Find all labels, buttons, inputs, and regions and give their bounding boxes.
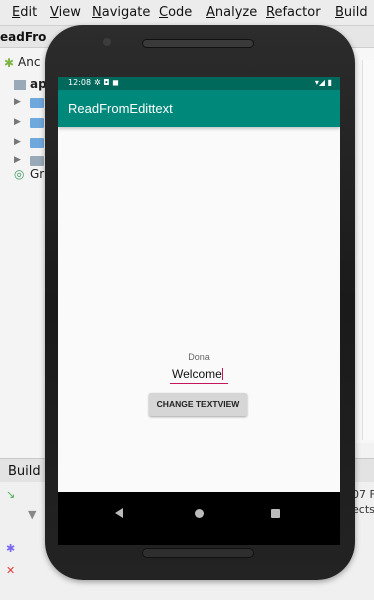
menu-refactor[interactable]: Refactor	[266, 5, 321, 20]
expand-arrow-icon[interactable]: ▶	[14, 117, 21, 127]
close-icon[interactable]: ✕	[6, 564, 15, 577]
menu-edit[interactable]: Edit	[12, 5, 37, 20]
module-folder-icon	[14, 80, 26, 90]
status-time: 12:08	[68, 78, 92, 87]
status-bar: 12:08 ✲ ◘ ◼ ▾◢ ▮	[58, 77, 340, 90]
menu-view[interactable]: View	[50, 5, 81, 20]
notification-icons: ✲ ◘ ◼	[94, 78, 119, 87]
recents-icon[interactable]	[271, 509, 280, 518]
build-output-line: 07 F	[352, 488, 374, 501]
bug-icon[interactable]: ✱	[6, 542, 15, 555]
menu-code[interactable]: Code	[159, 5, 192, 20]
menu-build[interactable]: Build	[335, 5, 368, 20]
expand-arrow-icon[interactable]: ▶	[14, 155, 21, 165]
tree-item-label: Gr	[30, 167, 45, 181]
home-icon[interactable]	[195, 509, 204, 518]
app-content: Dona Welcome CHANGE TEXTVIEW	[58, 127, 340, 492]
ide-project-title: eadFro	[0, 30, 47, 44]
android-icon: ✱	[4, 56, 15, 70]
hammer-icon[interactable]: ↘	[6, 488, 15, 501]
menu-analyze[interactable]: Analyze	[206, 5, 257, 20]
emulator-device-frame: 12:08 ✲ ◘ ◼ ▾◢ ▮ ReadFromEdittext Dona W…	[45, 25, 355, 580]
ide-window: Edit View Navigate Code Analyze Refactor…	[0, 0, 374, 600]
editor-scrollbar[interactable]	[362, 60, 374, 440]
gradle-icon: ◎	[14, 167, 25, 181]
ide-menubar: Edit View Navigate Code Analyze Refactor…	[0, 0, 374, 26]
back-icon[interactable]	[115, 508, 123, 518]
folder-icon	[30, 156, 44, 166]
camera-icon	[103, 38, 111, 46]
text-view: Dona	[188, 352, 210, 362]
app-title: ReadFromEdittext	[68, 101, 173, 116]
bottom-speaker	[142, 548, 254, 558]
edit-text-field[interactable]: Welcome	[170, 366, 228, 384]
text-caret	[221, 368, 223, 380]
folder-icon	[30, 98, 44, 108]
top-speaker	[142, 39, 254, 48]
collapse-icon[interactable]: ▼	[28, 508, 36, 521]
build-output-line: ects/	[352, 503, 374, 516]
app-bar: ReadFromEdittext	[58, 90, 340, 127]
menu-navigate[interactable]: Navigate	[92, 5, 150, 20]
expand-arrow-icon[interactable]: ▶	[14, 137, 21, 147]
folder-icon	[30, 138, 44, 148]
folder-icon	[30, 118, 44, 128]
signal-battery-icons: ▾◢ ▮	[314, 78, 332, 87]
navigation-bar	[58, 492, 340, 545]
change-textview-button[interactable]: CHANGE TEXTVIEW	[149, 393, 247, 416]
device-screen: 12:08 ✲ ◘ ◼ ▾◢ ▮ ReadFromEdittext Dona W…	[58, 77, 340, 545]
build-tab[interactable]: Build	[8, 464, 41, 479]
edit-text-content: Welcome	[172, 367, 222, 381]
expand-arrow-icon[interactable]: ▶	[14, 97, 21, 107]
tree-item-label: Anc	[18, 55, 41, 69]
edit-text-value: Welcome	[172, 367, 223, 381]
